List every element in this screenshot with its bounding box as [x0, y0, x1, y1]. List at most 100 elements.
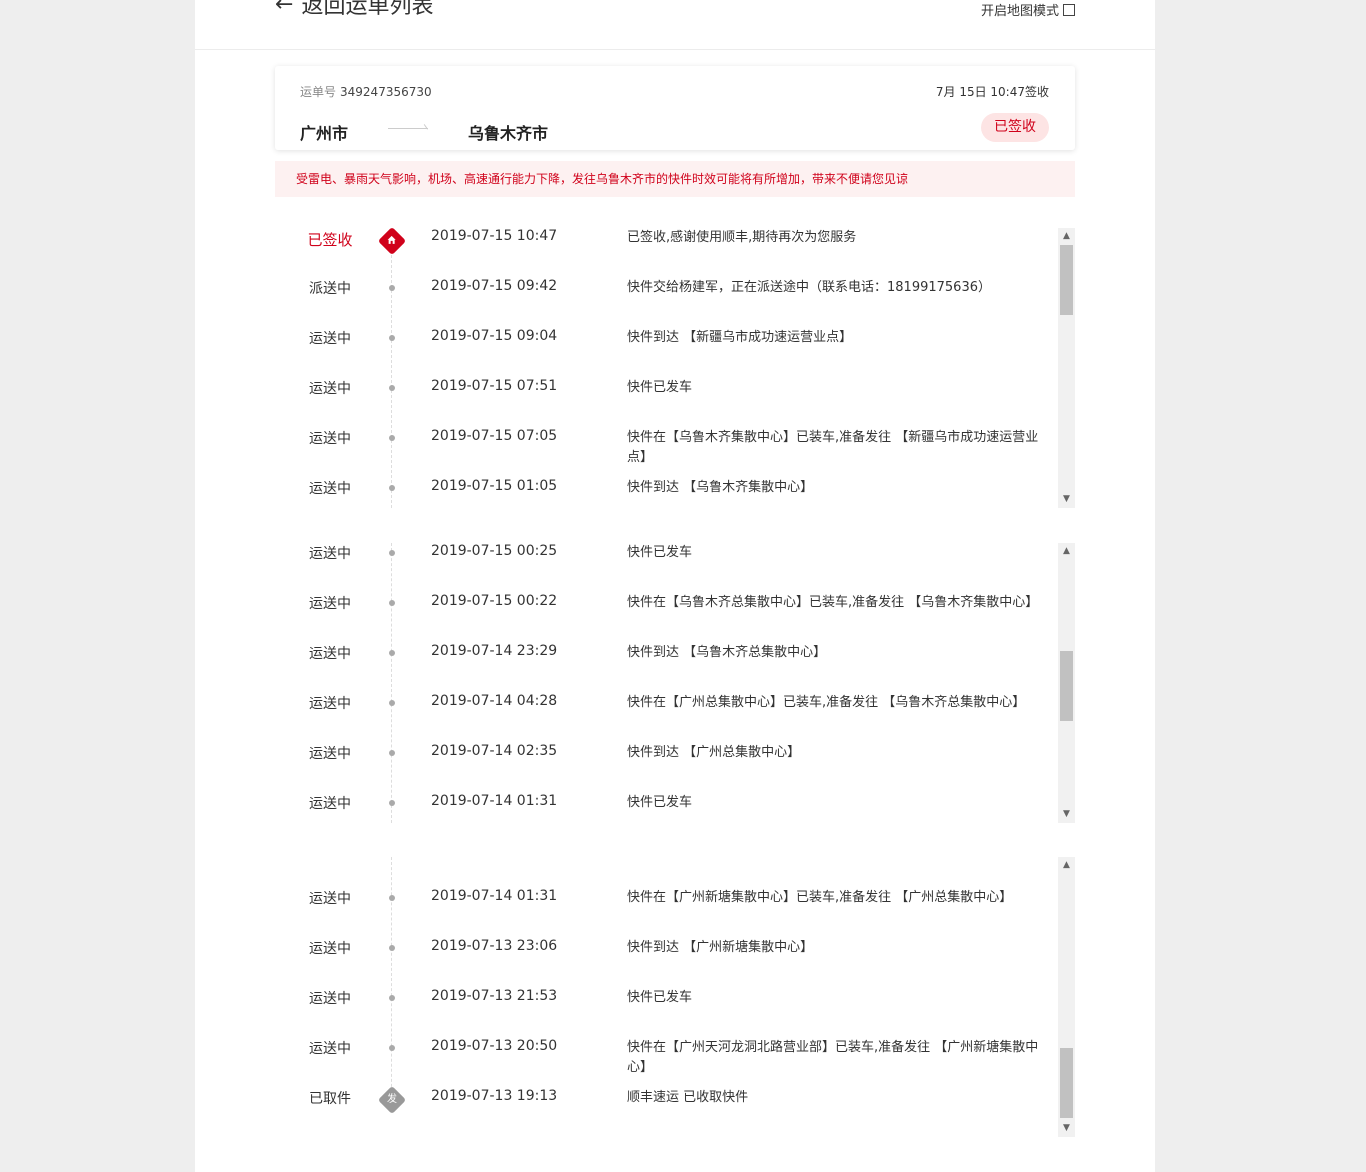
timeline-panel-1[interactable]: 已签收 2019-07-15 10:47 已签收,感谢使用顺丰,期待再次为您服务…	[275, 228, 1075, 508]
timeline-row: 派送中 2019-07-15 09:42 快件交给杨建军，正在派送途中（联系电话…	[275, 278, 1055, 328]
event-time: 2019-07-14 01:31	[431, 888, 558, 904]
event-status: 运送中	[309, 941, 351, 957]
timeline-dot	[389, 600, 395, 606]
signed-time: 7月 15日 10:47签收	[935, 85, 1049, 99]
event-status: 运送中	[309, 991, 351, 1007]
timeline-dot	[389, 335, 395, 341]
event-description: 快件在【乌鲁木齐总集散中心】已装车,准备发往 【乌鲁木齐集散中心】	[627, 595, 1039, 610]
timeline-row: 运送中 2019-07-15 01:05 快件到达 【乌鲁木齐集散中心】	[275, 478, 1055, 508]
map-mode-checkbox[interactable]	[1063, 3, 1075, 16]
scroll-up-arrow-icon[interactable]: ▲	[1058, 228, 1075, 245]
timeline-row: 运送中 2019-07-13 23:06 快件到达 【广州新塘集散中心】	[275, 938, 1055, 988]
scroll-down-arrow-icon[interactable]: ▼	[1058, 806, 1075, 823]
event-description: 快件到达 【乌鲁木齐总集散中心】	[627, 645, 827, 660]
event-time: 2019-07-14 01:31	[431, 793, 558, 809]
pickup-marker-text: 发	[387, 1094, 397, 1105]
event-description: 快件到达 【广州新塘集散中心】	[627, 940, 814, 955]
event-status: 运送中	[309, 1041, 351, 1057]
scrollbar[interactable]: ▲ ▼	[1058, 543, 1075, 823]
scroll-up-arrow-icon[interactable]: ▲	[1058, 543, 1075, 560]
event-description: 快件已发车	[627, 990, 693, 1005]
scroll-down-arrow-icon[interactable]: ▼	[1058, 1120, 1075, 1137]
timeline-dot	[389, 385, 395, 391]
event-description: 快件到达 【广州总集散中心】	[627, 745, 801, 760]
event-status: 运送中	[309, 331, 351, 347]
event-description: 快件在【广州新塘集散中心】已装车,准备发往 【广州总集散中心】	[627, 890, 1013, 905]
waybill-number-label: 运单号	[300, 85, 337, 99]
event-time: 2019-07-15 00:25	[431, 543, 558, 559]
timeline-dot	[389, 895, 395, 901]
timeline-row: 已签收 2019-07-15 10:47 已签收,感谢使用顺丰,期待再次为您服务	[275, 228, 1055, 278]
event-time: 2019-07-15 01:05	[431, 478, 558, 494]
timeline-row: 运送中 2019-07-15 07:05 快件在【乌鲁木齐集散中心】已装车,准备…	[275, 428, 1055, 478]
event-time: 2019-07-13 23:06	[431, 938, 558, 954]
event-description: 快件已发车	[627, 795, 693, 810]
origin-city: 广州市	[300, 124, 349, 143]
timeline-row: 运送中 2019-07-13 20:50 快件在【广州天河龙洞北路营业部】已装车…	[275, 1038, 1055, 1088]
timeline-dot	[389, 700, 395, 706]
scrollbar[interactable]: ▲ ▼	[1058, 228, 1075, 508]
event-time: 2019-07-13 20:50	[431, 1038, 558, 1054]
event-time: 2019-07-13 21:53	[431, 988, 558, 1004]
timeline-panel-2[interactable]: 运送中 2019-07-15 00:25 快件已发车 运送中 2019-07-1…	[275, 543, 1075, 823]
pickup-marker-icon: 发	[377, 1085, 407, 1115]
home-icon	[377, 228, 407, 256]
waybill-number-value: 349247356730	[340, 85, 432, 99]
event-status: 运送中	[309, 431, 351, 447]
event-description: 已签收,感谢使用顺丰,期待再次为您服务	[627, 230, 857, 245]
back-to-list-button[interactable]: ← 返回运单列表	[275, 0, 433, 20]
timeline-row: 运送中 2019-07-14 01:31 快件已发车	[275, 793, 1055, 823]
timeline-row: 运送中 2019-07-13 21:53 快件已发车	[275, 988, 1055, 1038]
scrollbar-thumb[interactable]	[1060, 1048, 1073, 1118]
tracking-page: ← 返回运单列表 开启地图模式 运单号 349247356730 7月 15日 1…	[195, 0, 1155, 1172]
map-mode-toggle[interactable]: 开启地图模式	[981, 0, 1075, 19]
timeline-row: 运送中 2019-07-14 01:31 快件在【广州新塘集散中心】已装车,准备…	[275, 888, 1055, 938]
scrollbar-thumb[interactable]	[1060, 651, 1073, 721]
timeline-dot	[389, 750, 395, 756]
timeline-dot	[389, 650, 395, 656]
event-time: 2019-07-15 00:22	[431, 593, 558, 609]
map-mode-label: 开启地图模式	[980, 4, 1059, 19]
event-time: 2019-07-15 09:42	[431, 278, 558, 294]
timeline-row: 运送中 2019-07-14 04:28 快件在【广州总集散中心】已装车,准备发…	[275, 693, 1055, 743]
event-time: 2019-07-14 04:28	[431, 693, 558, 709]
timeline-dot	[389, 485, 395, 491]
scrollbar-thumb[interactable]	[1060, 245, 1073, 315]
destination-city: 乌鲁木齐市	[468, 124, 549, 143]
timeline-dot	[389, 800, 395, 806]
scroll-up-arrow-icon[interactable]: ▲	[1058, 857, 1075, 874]
event-time: 2019-07-15 10:47	[431, 228, 558, 244]
back-label: 返回运单列表	[301, 0, 434, 19]
scrollbar[interactable]: ▲ ▼	[1058, 857, 1075, 1137]
timeline-row: 运送中 2019-07-15 09:04 快件到达 【新疆乌市成功速运营业点】	[275, 328, 1055, 378]
timeline-row: 运送中 2019-07-14 23:29 快件到达 【乌鲁木齐总集散中心】	[275, 643, 1055, 693]
timeline-panel-3[interactable]: 运送中 2019-07-14 01:31 快件在【广州新塘集散中心】已装车,准备…	[275, 857, 1075, 1137]
timeline-dot	[389, 945, 395, 951]
event-description: 快件已发车	[627, 380, 693, 395]
timeline-dot	[389, 435, 395, 441]
timeline-dot	[389, 285, 395, 291]
timeline-row: 运送中 2019-07-14 02:35 快件到达 【广州总集散中心】	[275, 743, 1055, 793]
waybill-number: 运单号 349247356730	[300, 83, 432, 100]
event-status: 派送中	[309, 281, 351, 297]
event-status: 已签收	[307, 231, 353, 249]
event-description: 快件在【广州天河龙洞北路营业部】已装车,准备发往 【广州新塘集散中心】	[627, 1040, 1039, 1075]
event-time: 2019-07-13 19:13	[431, 1088, 558, 1104]
event-time: 2019-07-15 09:04	[431, 328, 558, 344]
route-arrow-icon	[388, 128, 428, 129]
event-time: 2019-07-15 07:51	[431, 378, 558, 394]
timeline-dot	[389, 1045, 395, 1051]
event-status: 运送中	[309, 696, 351, 712]
event-time: 2019-07-14 23:29	[431, 643, 558, 659]
event-status: 运送中	[309, 381, 351, 397]
event-status: 运送中	[309, 891, 351, 907]
event-description: 快件已发车	[627, 545, 693, 560]
timeline-dot	[389, 995, 395, 1001]
scroll-down-arrow-icon[interactable]: ▼	[1058, 491, 1075, 508]
event-time: 2019-07-14 02:35	[431, 743, 558, 759]
event-description: 快件到达 【新疆乌市成功速运营业点】	[627, 330, 853, 345]
event-status: 已取件	[309, 1091, 351, 1107]
event-status: 运送中	[309, 546, 351, 562]
event-time: 2019-07-15 07:05	[431, 428, 558, 444]
timeline-row: 运送中 2019-07-15 00:22 快件在【乌鲁木齐总集散中心】已装车,准…	[275, 593, 1055, 643]
